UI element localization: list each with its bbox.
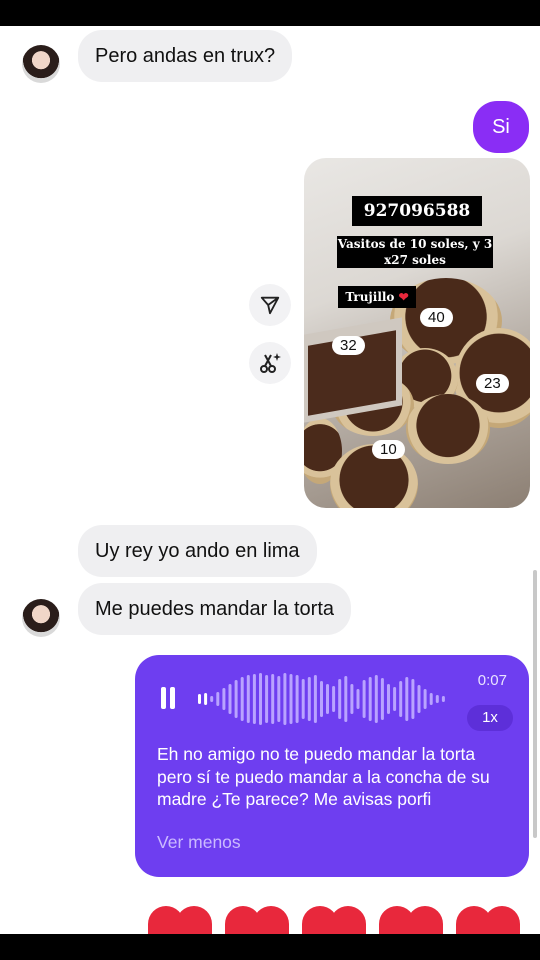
waveform-bar [320, 681, 323, 717]
photo-number-label: 32 [332, 336, 365, 355]
pause-icon [170, 687, 175, 709]
message-incoming[interactable]: Uy rey yo ando en lima [78, 525, 317, 577]
pause-icon [161, 687, 166, 709]
waveform-bar [259, 673, 262, 725]
waveform-bar [307, 677, 311, 721]
reaction-row[interactable] [146, 902, 536, 934]
avatar[interactable] [22, 45, 60, 83]
heart-reaction-icon [148, 906, 212, 934]
message-text: Pero andas en trux? [95, 45, 276, 67]
waveform-bar [423, 689, 427, 709]
see-less-link[interactable]: Ver menos [157, 832, 241, 853]
photo-city-tag: Trujillo ❤ [338, 286, 416, 308]
heart-emoji-icon: ❤ [398, 290, 409, 304]
dessert-cup [406, 394, 490, 464]
waveform-bar [368, 677, 372, 721]
waveform-bar [216, 692, 220, 706]
playback-speed-button[interactable]: 1x [467, 705, 513, 731]
waveform-bar [374, 675, 378, 723]
waveform-bar [417, 685, 421, 713]
waveform-bar [277, 676, 281, 722]
photo-phone-number: 927096588 [352, 196, 482, 226]
waveform-bar [411, 679, 415, 719]
share-icon [260, 296, 280, 315]
message-incoming[interactable]: Me puedes mandar la torta [78, 583, 352, 635]
waveform-bar [435, 695, 439, 703]
share-button[interactable] [249, 284, 291, 326]
avatar[interactable] [22, 599, 60, 637]
voice-duration: 0:07 [477, 672, 507, 689]
waveform-bar [399, 681, 403, 717]
heart-reaction-icon [456, 906, 520, 934]
waveform-bar [295, 675, 299, 723]
message-text: Si [492, 116, 510, 138]
shared-photo[interactable]: 927096588 Vasitos de 10 soles, y 3 x27 s… [304, 158, 530, 508]
waveform-bar [222, 688, 226, 710]
status-bar [0, 0, 540, 26]
photo-offer-text: Vasitos de 10 soles, y 3 x27 soles [337, 236, 493, 268]
waveform-bar [289, 674, 293, 724]
photo-number-label: 10 [372, 440, 405, 459]
waveform-bar [338, 679, 342, 719]
waveform-bar [313, 675, 317, 723]
ai-remix-button[interactable] [249, 342, 291, 384]
waveform-bar [387, 684, 390, 714]
waveform-bar [228, 684, 232, 714]
waveform-bar [356, 689, 360, 709]
waveform-bar [393, 687, 397, 711]
heart-reaction-icon [302, 906, 366, 934]
waveform-bar [252, 674, 256, 724]
heart-reaction-icon [225, 906, 289, 934]
waveform-bar [301, 679, 305, 719]
waveform-bar [283, 673, 287, 725]
waveform-bar [362, 680, 366, 718]
waveform-bar [246, 675, 250, 723]
message-outgoing[interactable]: Si [473, 101, 529, 153]
message-text: Uy rey yo ando en lima [95, 540, 300, 562]
waveform-bar [210, 696, 214, 702]
heart-reaction-icon [379, 906, 443, 934]
waveform-bar [405, 677, 409, 721]
waveform-bar [198, 694, 201, 704]
waveform-bar [326, 684, 329, 714]
message-incoming[interactable]: Pero andas en trux? [78, 30, 293, 82]
waveform-bar [332, 686, 336, 712]
message-text: Me puedes mandar la torta [95, 598, 335, 620]
ai-sparkle-icon [260, 353, 281, 373]
waveform-bar [234, 680, 238, 718]
voice-transcript: Eh no amigo no te puedo mandar la torta … [157, 744, 490, 809]
pause-button[interactable] [161, 687, 175, 709]
waveform-bar [350, 684, 354, 714]
waveform-bar [441, 696, 445, 702]
waveform-bar [204, 693, 208, 705]
audio-waveform[interactable] [198, 669, 448, 729]
photo-number-label: 40 [420, 308, 453, 327]
waveform-bar [344, 676, 348, 722]
waveform-bar [240, 677, 244, 721]
scrollbar[interactable] [533, 570, 537, 838]
photo-city-text: Trujillo [345, 290, 395, 304]
waveform-bar [380, 678, 384, 720]
navigation-bar [0, 934, 540, 960]
waveform-bar [271, 674, 275, 724]
waveform-bar [429, 693, 433, 705]
waveform-bar [265, 675, 269, 723]
photo-number-label: 23 [476, 374, 509, 393]
voice-message[interactable]: 0:07 1x Eh no amigo no te puedo mandar l… [135, 655, 529, 877]
